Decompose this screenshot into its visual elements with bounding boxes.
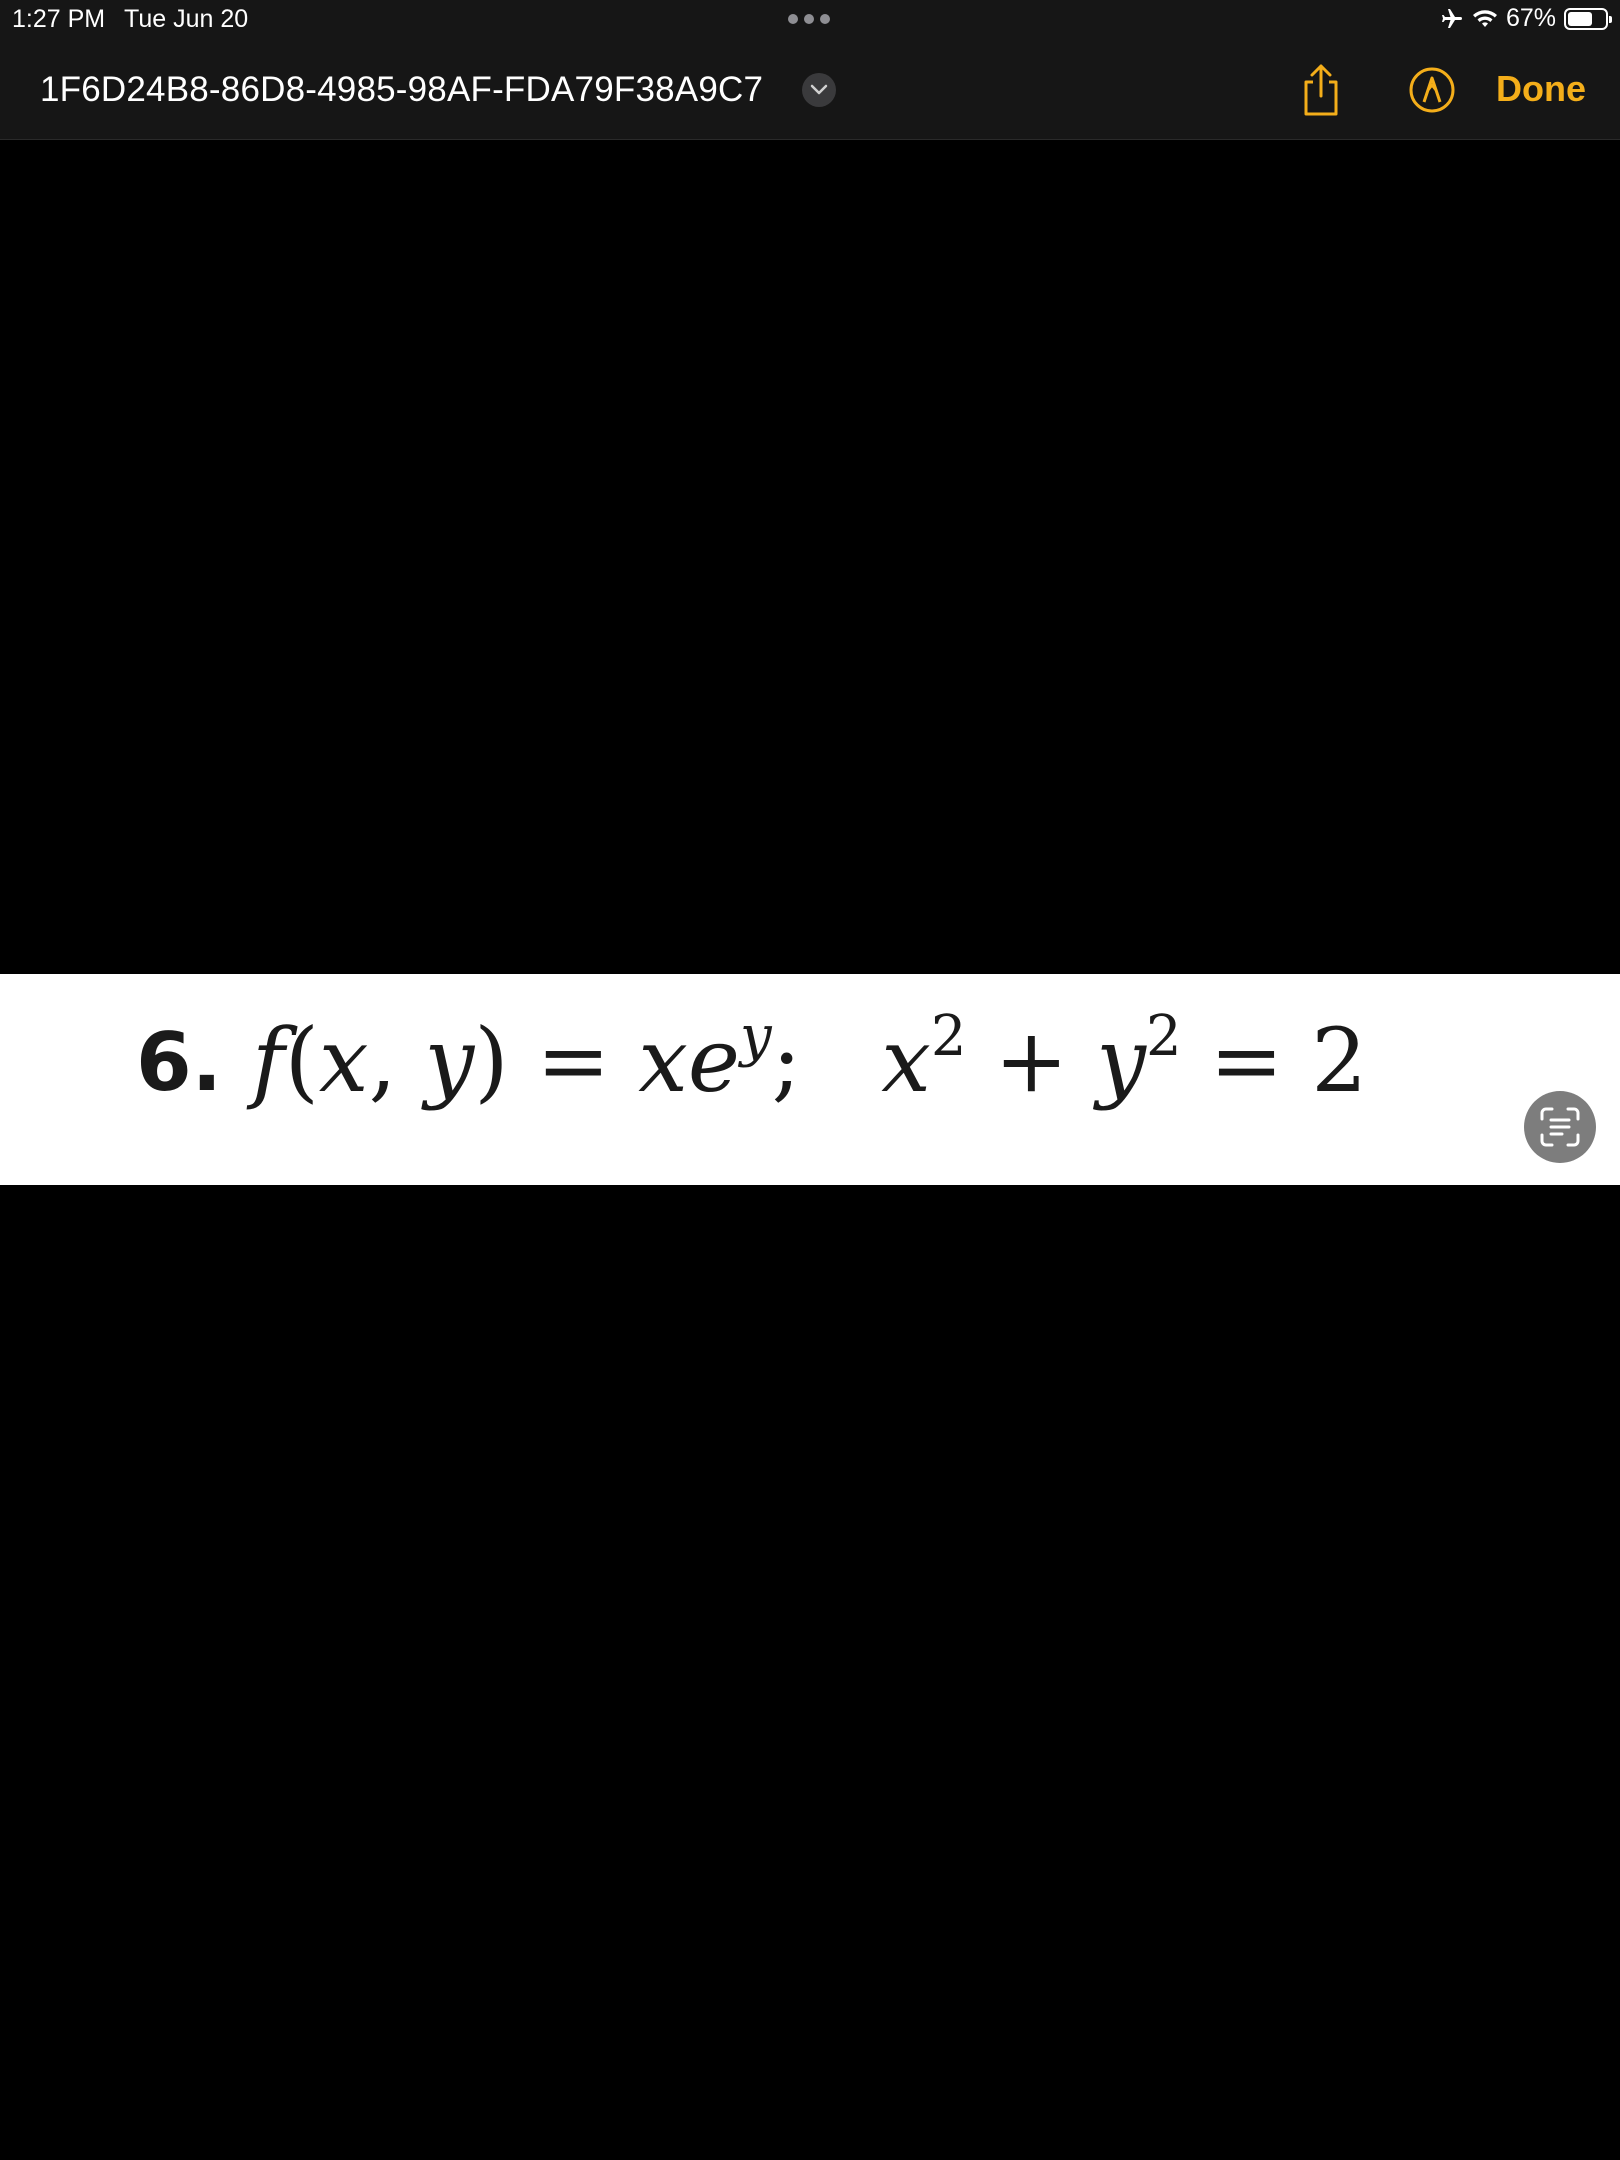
var-y: y <box>424 1009 475 1112</box>
equation: f(x, y) = xey; x2 + y2 = 2 <box>252 1004 1367 1112</box>
airplane-icon <box>1441 8 1462 28</box>
plus-sign: + <box>966 1009 1097 1112</box>
rhs-value: 2 <box>1311 1009 1368 1112</box>
status-time: 1:27 PM <box>12 5 106 33</box>
equals-sign: = <box>1181 1009 1312 1112</box>
status-date: Tue Jun 20 <box>124 5 249 33</box>
document-title[interactable]: 1F6D24B8-86D8-4985-98AF-FDA79F38A9C7 <box>40 70 763 110</box>
battery-icon <box>1564 7 1612 30</box>
share-icon <box>1304 64 1338 116</box>
multitasking-dots-icon[interactable] <box>788 14 830 24</box>
status-indicators: 67% <box>1440 4 1612 33</box>
semicolon: ; <box>771 1009 802 1112</box>
var-e: e <box>687 1009 740 1112</box>
share-button[interactable] <box>1298 62 1344 118</box>
markup-button[interactable] <box>1408 66 1456 114</box>
wifi-icon <box>1472 9 1497 27</box>
exponent-2: 2 <box>1145 1004 1182 1069</box>
done-button[interactable]: Done <box>1496 68 1586 110</box>
var-x: x <box>318 1009 369 1112</box>
close-paren: ) <box>474 1009 509 1112</box>
function-f: f <box>252 1009 285 1112</box>
toolbar: 1F6D24B8-86D8-4985-98AF-FDA79F38A9C7 Don… <box>0 40 1620 140</box>
var-y: y <box>1096 1009 1146 1112</box>
comma: , <box>368 1009 425 1112</box>
problem-number: 6. <box>136 1016 223 1109</box>
exponent-2: 2 <box>930 1004 967 1069</box>
problem-image: 6. f(x, y) = xey; x2 + y2 = 2 <box>0 974 1620 1185</box>
var-x: x <box>881 1009 931 1112</box>
status-bar: 1:27 PM Tue Jun 20 67% <box>0 0 1620 40</box>
equals-sign: = <box>508 1009 639 1112</box>
chevron-down-icon[interactable] <box>802 73 836 107</box>
live-text-button[interactable] <box>1524 1091 1596 1163</box>
live-text-icon <box>1540 1107 1580 1147</box>
battery-percent: 67% <box>1505 4 1556 32</box>
markup-icon <box>1409 67 1455 113</box>
exponent-y: y <box>739 1004 772 1069</box>
var-x: x <box>638 1009 688 1112</box>
open-paren: ( <box>284 1009 319 1112</box>
